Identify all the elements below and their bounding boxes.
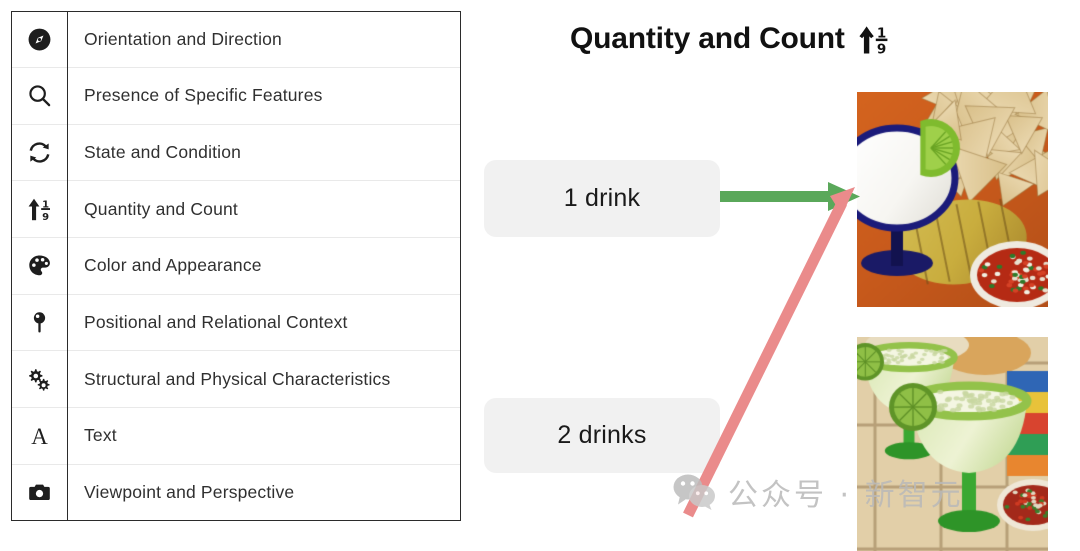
sort-numeric-up-icon: 1 9 (857, 23, 891, 56)
caption-pill-2-drinks[interactable]: 2 drinks (484, 398, 720, 473)
table-row[interactable]: Viewpoint and Perspective (12, 464, 460, 520)
caption-pill-1-drink[interactable]: 1 drink (484, 160, 720, 237)
letter-a-icon: A (12, 423, 67, 448)
table-row[interactable]: Orientation and Direction (12, 12, 460, 68)
table-row-icon-cell (12, 67, 68, 125)
svg-text:A: A (31, 424, 48, 448)
table-row-icon-cell (12, 350, 68, 408)
table-row-label: Structural and Physical Characteristics (84, 368, 391, 389)
table-row-icon-cell: 19 (12, 180, 68, 238)
page-title: Quantity and Count 1 9 (570, 22, 891, 56)
photo-two-green-margaritas (857, 337, 1048, 551)
table-row-icon-cell: A (12, 407, 68, 465)
quantity-and-count-panel: Quantity and Count 1 9 1 drink 2 drinks (470, 0, 1080, 551)
wechat-watermark-text: 公众号 · 新智元 (728, 478, 964, 513)
photo-margarita-with-chips (857, 92, 1048, 307)
wechat-icon (672, 473, 718, 511)
table-row-label: Viewpoint and Perspective (84, 481, 295, 502)
caption-pill-1-drink-label: 1 drink (563, 184, 641, 212)
table-row-label: Text (84, 425, 117, 446)
sync-refresh-icon (12, 140, 67, 165)
table-row[interactable]: Presence of Specific Features (12, 67, 460, 125)
palette-icon (12, 253, 67, 278)
magnifier-icon (12, 83, 67, 108)
category-table-body: Orientation and Direction Presence of Spe… (12, 12, 460, 520)
table-row-icon-cell (12, 12, 68, 68)
panel-title-label: Quantity and Count (570, 22, 845, 55)
table-row-label: Quantity and Count (84, 198, 238, 219)
table-row-icon-cell (12, 124, 68, 181)
svg-text:9: 9 (877, 41, 886, 56)
photo-margarita-canvas (857, 92, 1048, 307)
category-table: Orientation and Direction Presence of Spe… (11, 11, 461, 521)
table-row-icon-cell (12, 237, 68, 295)
table-row[interactable]: Color and Appearance (12, 237, 460, 295)
compass-icon (12, 27, 67, 52)
table-row-icon-cell (12, 294, 68, 351)
table-row-label: Orientation and Direction (84, 28, 282, 49)
table-row[interactable]: Structural and Physical Characteristics (12, 350, 460, 408)
svg-text:9: 9 (42, 212, 49, 222)
table-row[interactable]: 1 9 Quantity and Count (12, 180, 460, 238)
caption-pill-2-drinks-label: 2 drinks (557, 421, 647, 449)
sort-numeric-up-icon: 19 (12, 197, 67, 222)
green-arrow (720, 182, 860, 211)
table-row-label: Presence of Specific Features (84, 85, 323, 106)
wechat-watermark: 公众号 · 新智元 (672, 470, 964, 514)
table-row-label: Color and Appearance (84, 255, 262, 276)
gears-icon (12, 367, 67, 392)
camera-icon (12, 480, 67, 505)
table-row-label: State and Condition (84, 141, 242, 162)
table-row[interactable]: Positional and Relational Context (12, 294, 460, 351)
table-row-icon-cell (12, 464, 68, 520)
table-row-label: Positional and Relational Context (84, 311, 348, 332)
table-row[interactable]: A Text (12, 407, 460, 465)
table-row[interactable]: State and Condition (12, 124, 460, 181)
map-pin-icon (12, 310, 67, 335)
photo-two-margaritas-canvas (857, 337, 1048, 551)
